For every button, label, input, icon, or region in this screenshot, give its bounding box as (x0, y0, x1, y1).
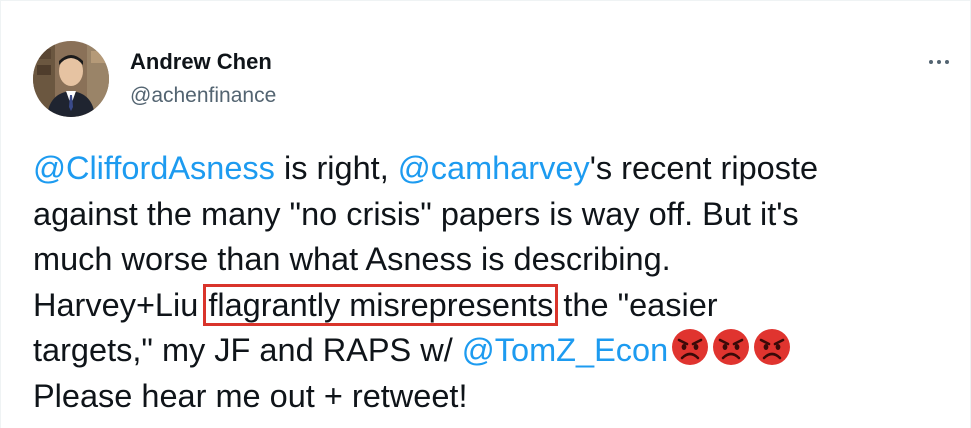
avatar-photo-icon (33, 41, 109, 117)
tweet-line: @CliffordAsness is right, @camharvey's r… (33, 146, 963, 192)
author-name[interactable]: Andrew Chen (130, 49, 272, 75)
more-horizontal-icon (945, 60, 949, 64)
author-handle: @achenfinance (130, 84, 277, 107)
angry-face-icon (753, 328, 791, 366)
tweet-text-segment: Harvey+Liu (33, 286, 208, 323)
mention-link[interactable]: @camharvey (398, 150, 590, 186)
avatar[interactable] (33, 41, 109, 117)
more-horizontal-icon (929, 60, 933, 64)
mention-link[interactable]: @TomZ_Econ (462, 332, 668, 368)
tweet-text-segment: targets," my JF and RAPS w/ (33, 332, 462, 368)
tweet-text: @CliffordAsness is right, @camharvey's r… (33, 146, 963, 419)
tweet-text-segment: the "easier (554, 286, 718, 323)
tweet-text-segment: is right, (274, 150, 398, 186)
angry-face-icon (671, 328, 709, 366)
more-horizontal-icon (937, 60, 941, 64)
tweet-line: much worse than what Asness is describin… (33, 241, 671, 277)
tweet-line: Harvey+Liu flagrantly misrepresents the … (33, 283, 963, 329)
tweet-card: Andrew Chen @achenfinance @CliffordAsnes… (0, 0, 971, 428)
tweet-text-segment: 's recent riposte (589, 150, 819, 186)
tweet-line: against the many "no crisis" papers is w… (33, 195, 799, 232)
angry-face-icon (712, 328, 750, 366)
mention-link[interactable]: @CliffordAsness (33, 150, 275, 186)
tweet-line: targets," my JF and RAPS w/ @TomZ_Econ (33, 328, 963, 374)
more-options-button[interactable] (919, 49, 959, 75)
tweet-line: Please hear me out + retweet! (33, 377, 468, 414)
highlighted-phrase: flagrantly misrepresents (203, 283, 559, 326)
